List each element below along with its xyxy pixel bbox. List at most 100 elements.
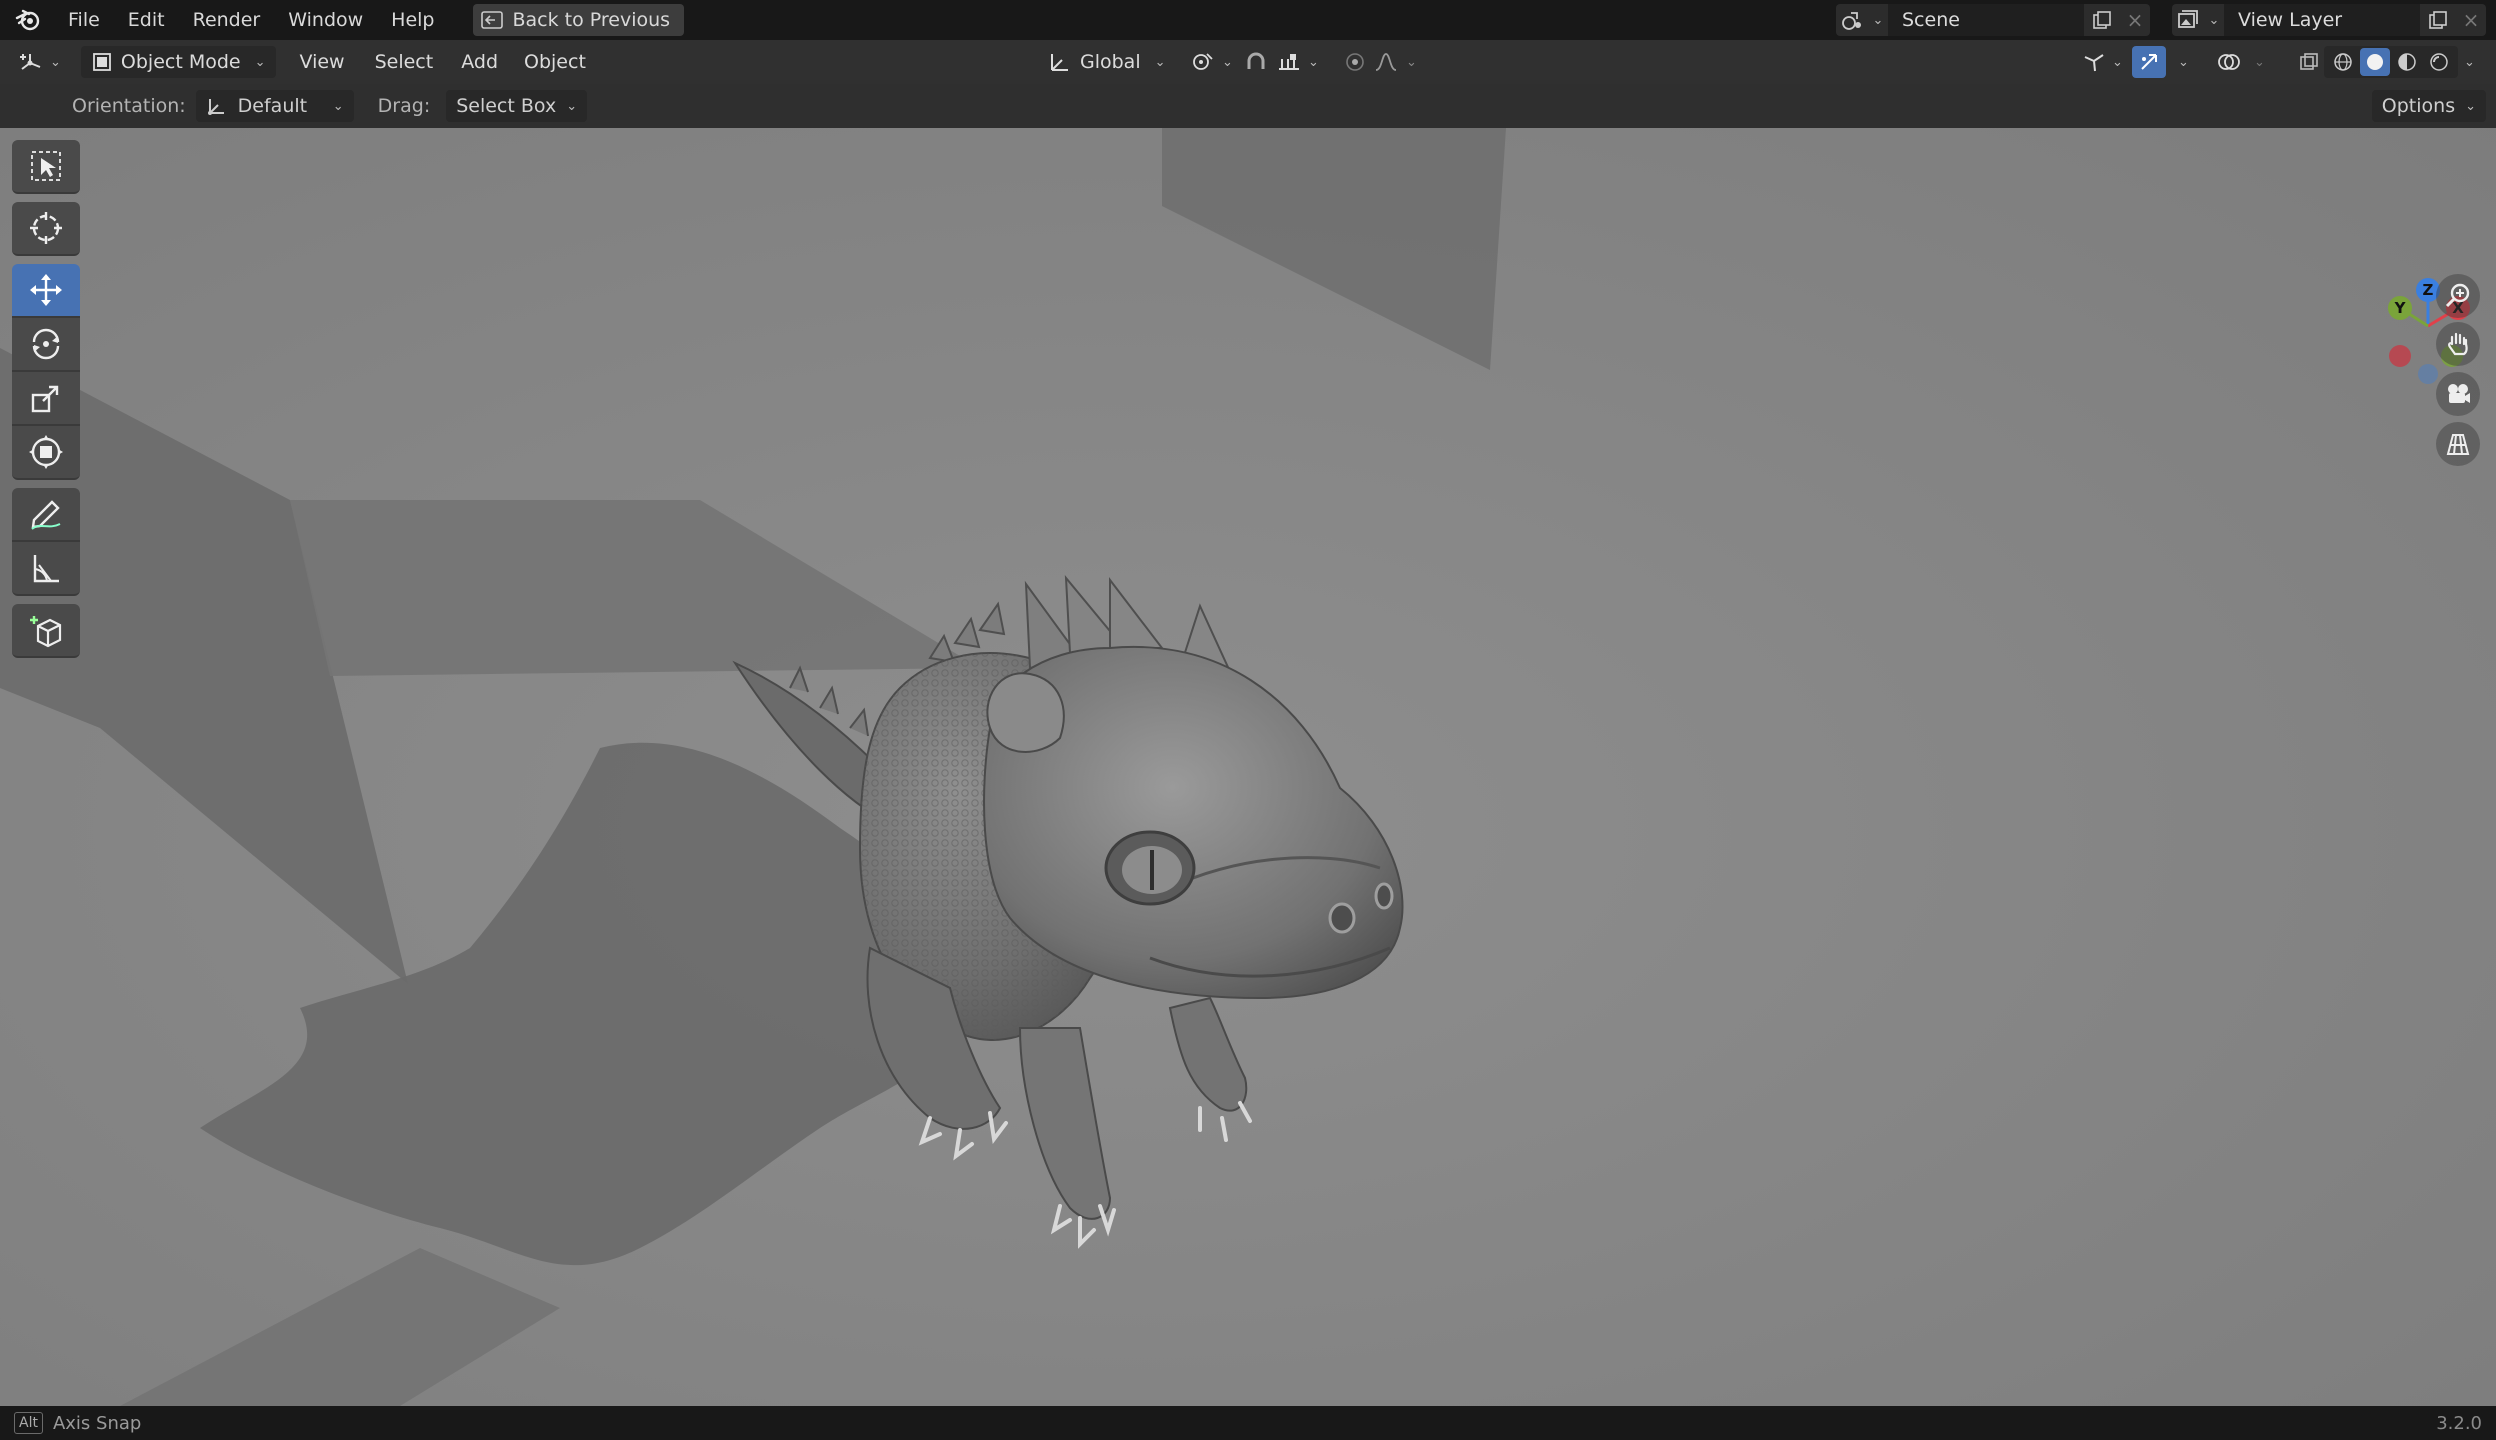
proportional-editing-icon bbox=[1344, 51, 1366, 73]
grid-perspective-icon bbox=[2444, 430, 2472, 458]
wireframe-shading-icon[interactable] bbox=[2328, 48, 2358, 76]
perspective-toggle-button[interactable] bbox=[2436, 422, 2480, 466]
left-toolbar bbox=[12, 140, 82, 658]
chevron-down-icon: ⌄ bbox=[332, 98, 344, 114]
transform-orientation-dropdown[interactable]: Global ⌄ bbox=[1040, 46, 1174, 78]
tool-select-box[interactable] bbox=[12, 140, 80, 194]
pivot-point-dropdown[interactable]: ⌄ bbox=[1182, 46, 1241, 78]
blender-window: File Edit Render Window Help Back to Pre… bbox=[0, 0, 2496, 1440]
tool-scale[interactable] bbox=[12, 372, 80, 426]
zoom-icon bbox=[2444, 282, 2472, 310]
camera-view-button[interactable] bbox=[2436, 372, 2480, 416]
pivot-point-icon bbox=[1190, 51, 1216, 73]
falloff-curve-icon bbox=[1374, 51, 1400, 73]
snap-increment-icon bbox=[1276, 51, 1302, 73]
xray-icon bbox=[2298, 51, 2320, 73]
pencil-annotate-icon bbox=[28, 496, 64, 532]
3d-viewport-icon bbox=[18, 51, 44, 73]
solid-shading-icon[interactable] bbox=[2360, 48, 2390, 76]
menu-add[interactable]: Add bbox=[453, 46, 506, 78]
new-scene-button[interactable] bbox=[2084, 4, 2120, 36]
viewport-header: ⌄ Object Mode ⌄ View Select Add Object G… bbox=[0, 40, 2496, 84]
magnet-icon bbox=[1244, 51, 1268, 73]
proportional-falloff-dropdown[interactable]: ⌄ bbox=[1366, 46, 1425, 78]
menu-window[interactable]: Window bbox=[274, 4, 377, 36]
transform-orientation-label: Global bbox=[1080, 51, 1141, 73]
tool-settings-header: Orientation: Default ⌄ Drag: Select Box … bbox=[0, 84, 2496, 128]
view-layer-icon bbox=[2177, 9, 2199, 31]
drag-value: Select Box bbox=[456, 95, 557, 117]
object-mode-dropdown[interactable]: Object Mode ⌄ bbox=[80, 46, 276, 78]
gizmo-y-label: Y bbox=[2394, 299, 2407, 317]
chevron-down-icon: ⌄ bbox=[2208, 12, 2220, 28]
global-axes-icon bbox=[1048, 51, 1072, 73]
orientation-axes-icon bbox=[206, 96, 228, 116]
menu-view[interactable]: View bbox=[292, 46, 353, 78]
menu-file[interactable]: File bbox=[54, 4, 114, 36]
tool-add-cube[interactable] bbox=[12, 604, 80, 658]
new-view-layer-button[interactable] bbox=[2420, 4, 2456, 36]
chevron-down-icon: ⌄ bbox=[50, 54, 61, 70]
dragon-nostril-right bbox=[1374, 882, 1394, 910]
tool-annotate[interactable] bbox=[12, 488, 80, 542]
tool-measure[interactable] bbox=[12, 542, 80, 596]
editor-type-button[interactable]: ⌄ bbox=[10, 46, 69, 78]
back-to-previous-button[interactable]: Back to Previous bbox=[472, 4, 685, 36]
rendered-shading-icon[interactable] bbox=[2424, 48, 2454, 76]
chevron-down-icon: ⌄ bbox=[1872, 12, 1884, 28]
menu-select[interactable]: Select bbox=[367, 46, 442, 78]
shading-mode-group bbox=[2324, 46, 2458, 78]
overlays-icon bbox=[2216, 51, 2242, 73]
options-dropdown[interactable]: Options ⌄ bbox=[2371, 90, 2486, 122]
show-gizmo-toggle[interactable] bbox=[2132, 46, 2166, 78]
delete-view-layer-button[interactable]: × bbox=[2456, 4, 2486, 36]
menu-help[interactable]: Help bbox=[377, 4, 448, 36]
menu-edit[interactable]: Edit bbox=[114, 4, 179, 36]
close-icon: × bbox=[2462, 8, 2480, 32]
tool-rotate[interactable] bbox=[12, 318, 80, 372]
object-visibility-dropdown[interactable]: ⌄ bbox=[2074, 46, 2131, 78]
drag-dropdown[interactable]: Select Box ⌄ bbox=[446, 90, 588, 122]
zoom-button[interactable] bbox=[2436, 274, 2480, 318]
copy-icon bbox=[2092, 10, 2112, 30]
blender-logo-icon[interactable] bbox=[12, 4, 44, 36]
gizmo-options-dropdown[interactable]: ⌄ bbox=[2168, 46, 2193, 78]
select-box-icon bbox=[29, 149, 63, 183]
tool-cursor[interactable] bbox=[12, 202, 80, 256]
dragon-ear bbox=[986, 672, 1065, 753]
view-layer-browse-button[interactable]: ⌄ bbox=[2172, 4, 2224, 36]
menu-object[interactable]: Object bbox=[516, 46, 594, 78]
status-hint: Axis Snap bbox=[52, 1412, 142, 1434]
3d-viewport[interactable]: Z X Y bbox=[0, 128, 2496, 1406]
xray-toggle[interactable] bbox=[2290, 46, 2328, 78]
snap-target-dropdown[interactable]: ⌄ bbox=[1268, 46, 1327, 78]
move-arrows-icon bbox=[28, 272, 64, 308]
view-layer-selector: ⌄ View Layer × bbox=[2172, 4, 2486, 36]
3d-cursor-icon bbox=[28, 210, 64, 246]
orientation-dropdown[interactable]: Default ⌄ bbox=[195, 90, 354, 122]
overlays-toggle[interactable]: ⌄ bbox=[2208, 46, 2273, 78]
chevron-down-icon: ⌄ bbox=[1154, 54, 1166, 70]
orientation-label: Orientation: bbox=[72, 95, 186, 117]
ruler-measure-icon bbox=[29, 551, 63, 585]
tool-transform[interactable] bbox=[12, 426, 80, 480]
scale-icon bbox=[29, 381, 63, 415]
topbar-right: ⌄ Scene × ⌄ View Layer × bbox=[1836, 0, 2496, 40]
material-preview-shading-icon[interactable] bbox=[2392, 48, 2422, 76]
orientation-value: Default bbox=[237, 95, 308, 117]
gizmo-icon bbox=[2138, 51, 2160, 73]
rotate-icon bbox=[28, 326, 64, 362]
view-layer-name-field[interactable]: View Layer bbox=[2224, 4, 2420, 36]
delete-scene-button[interactable]: × bbox=[2120, 4, 2150, 36]
viewport-scene bbox=[0, 128, 2496, 1406]
chevron-down-icon: ⌄ bbox=[2112, 54, 2123, 70]
chevron-down-icon: ⌄ bbox=[1406, 54, 1417, 70]
add-cube-icon bbox=[28, 612, 64, 648]
shading-options-dropdown[interactable]: ⌄ bbox=[2454, 46, 2479, 78]
pan-button[interactable] bbox=[2436, 322, 2480, 366]
scene-name-field[interactable]: Scene bbox=[1888, 4, 2084, 36]
tool-move[interactable] bbox=[12, 264, 80, 318]
scene-browse-button[interactable]: ⌄ bbox=[1836, 4, 1888, 36]
gizmo-z-label: Z bbox=[2423, 281, 2434, 299]
menu-render[interactable]: Render bbox=[179, 4, 275, 36]
